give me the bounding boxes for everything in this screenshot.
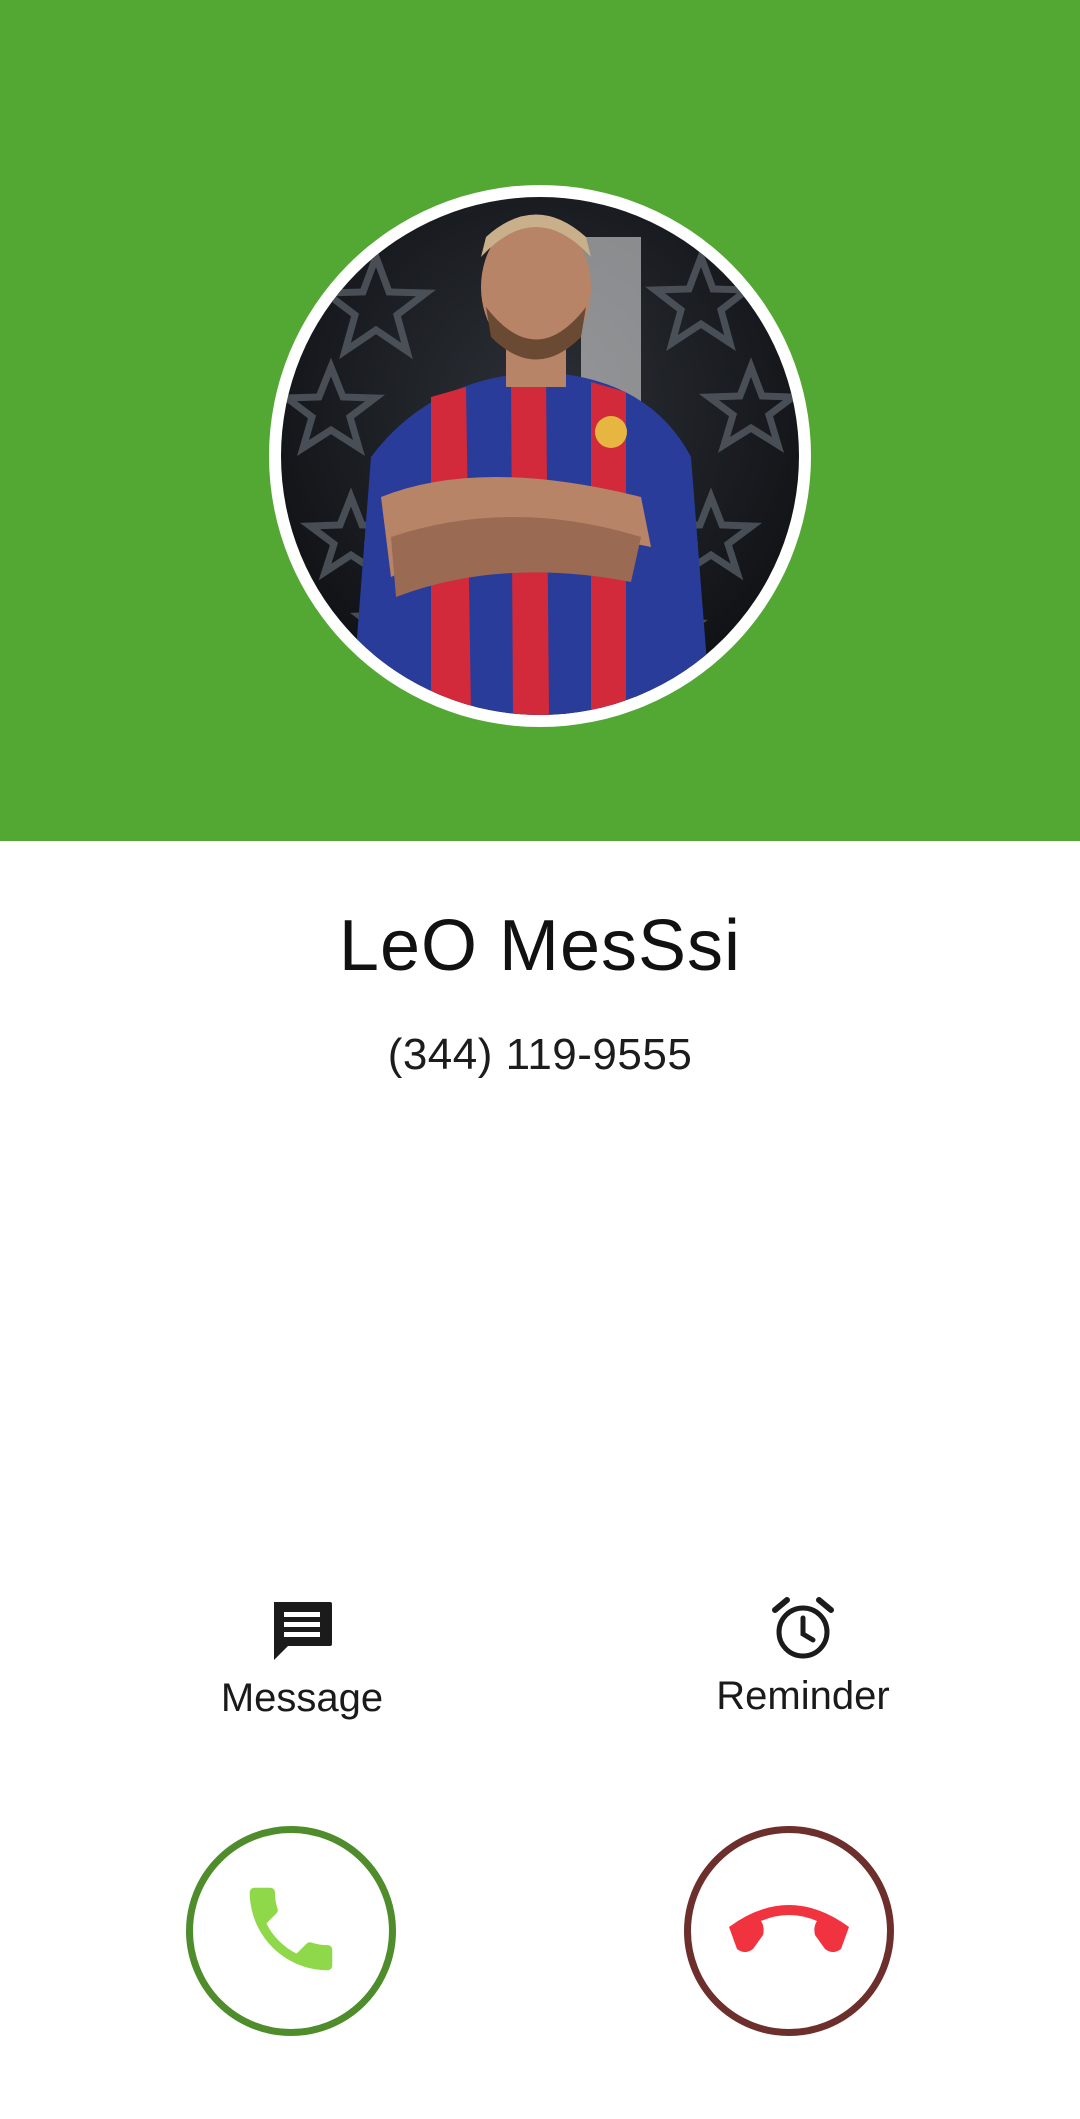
contact-number: (344) 119-9555: [387, 1030, 693, 1079]
message-icon: [152, 1600, 452, 1662]
decline-button[interactable]: [684, 1826, 894, 2036]
message-action[interactable]: Message: [152, 1600, 452, 1721]
reminder-action[interactable]: Reminder: [653, 1596, 953, 1719]
answer-button[interactable]: [186, 1826, 396, 2036]
reminder-label: Reminder: [716, 1674, 890, 1718]
alarm-clock-icon: [653, 1596, 953, 1660]
message-label: Message: [220, 1676, 384, 1720]
phone-hangup-icon: [719, 1889, 859, 1974]
phone-answer-icon: [236, 1874, 346, 1989]
incoming-call-screen: LeO MesSsi (344) 119-9555 Message Remind…: [0, 0, 1080, 2119]
contact-photo: [281, 197, 799, 715]
contact-photo-image: [281, 214, 799, 715]
contact-name: LeO MesSsi: [338, 906, 742, 986]
contact-photo-frame: [269, 185, 811, 727]
